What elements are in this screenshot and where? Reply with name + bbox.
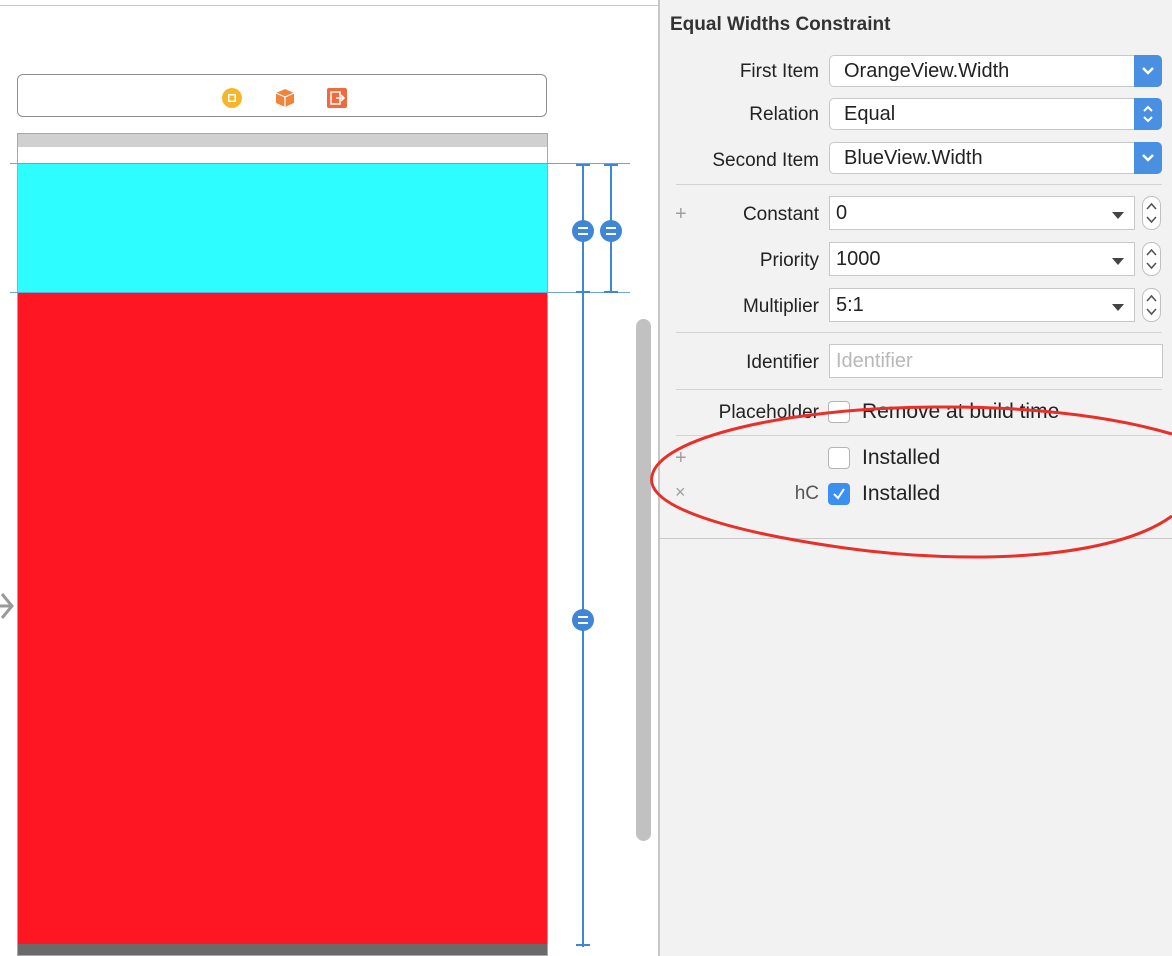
annotation-ellipse: [650, 405, 1172, 559]
relation-popup[interactable]: Equal: [829, 98, 1162, 130]
first-item-label: First Item: [739, 61, 819, 82]
divider: [676, 389, 1162, 390]
constant-label: Constant: [742, 204, 819, 225]
multiplier-label: Multiplier: [742, 296, 819, 317]
second-item-label: Second Item: [712, 150, 819, 171]
second-item-value: BlueView.Width: [844, 147, 983, 169]
priority-field[interactable]: 1000: [829, 242, 1135, 276]
identifier-label: Identifier: [746, 352, 819, 373]
constant-value: 0: [836, 202, 848, 224]
scene-dock[interactable]: [17, 74, 547, 117]
divider: [676, 184, 1162, 185]
relation-value: Equal: [844, 103, 896, 125]
identifier-field[interactable]: Identifier: [829, 344, 1163, 378]
chevron-down-icon[interactable]: [1134, 142, 1162, 174]
storyboard-canvas[interactable]: [0, 0, 660, 956]
identifier-placeholder: Identifier: [836, 350, 913, 372]
updown-chevron-icon[interactable]: [1134, 98, 1162, 130]
blue-view[interactable]: [18, 164, 547, 293]
blue-view-height-constraint[interactable]: [600, 164, 622, 293]
first-item-value: OrangeView.Width: [844, 60, 1010, 82]
orange-view[interactable]: [18, 293, 547, 946]
bottom-alignment-guide: [10, 292, 630, 293]
constant-stepper[interactable]: [1142, 196, 1161, 230]
exit-icon[interactable]: [326, 87, 347, 108]
priority-value: 1000: [836, 248, 881, 270]
multiplier-value: 5:1: [836, 294, 864, 316]
status-bar: [18, 134, 547, 147]
first-responder-icon[interactable]: [274, 87, 295, 107]
top-alignment-guide: [10, 163, 630, 164]
bottom-bar: [18, 944, 547, 955]
second-item-popup[interactable]: BlueView.Width: [829, 142, 1162, 174]
view-controller-frame[interactable]: [17, 133, 548, 956]
view-controller-icon[interactable]: [221, 87, 242, 108]
constant-field[interactable]: 0: [829, 196, 1135, 230]
entry-point-arrow-icon[interactable]: [0, 592, 16, 620]
dropdown-arrow-icon[interactable]: [1112, 212, 1124, 219]
top-divider: [0, 5, 660, 6]
first-item-popup[interactable]: OrangeView.Width: [829, 55, 1162, 87]
equal-widths-constraint[interactable]: [572, 164, 594, 947]
multiplier-stepper[interactable]: [1142, 288, 1161, 322]
priority-stepper[interactable]: [1142, 242, 1161, 276]
inspector-title: Equal Widths Constraint: [670, 14, 891, 35]
dropdown-arrow-icon[interactable]: [1112, 304, 1124, 311]
multiplier-field[interactable]: 5:1: [829, 288, 1135, 322]
priority-label: Priority: [759, 250, 819, 271]
chevron-down-icon[interactable]: [1134, 55, 1162, 87]
dropdown-arrow-icon[interactable]: [1112, 258, 1124, 265]
divider: [676, 332, 1162, 333]
relation-label: Relation: [749, 104, 819, 125]
